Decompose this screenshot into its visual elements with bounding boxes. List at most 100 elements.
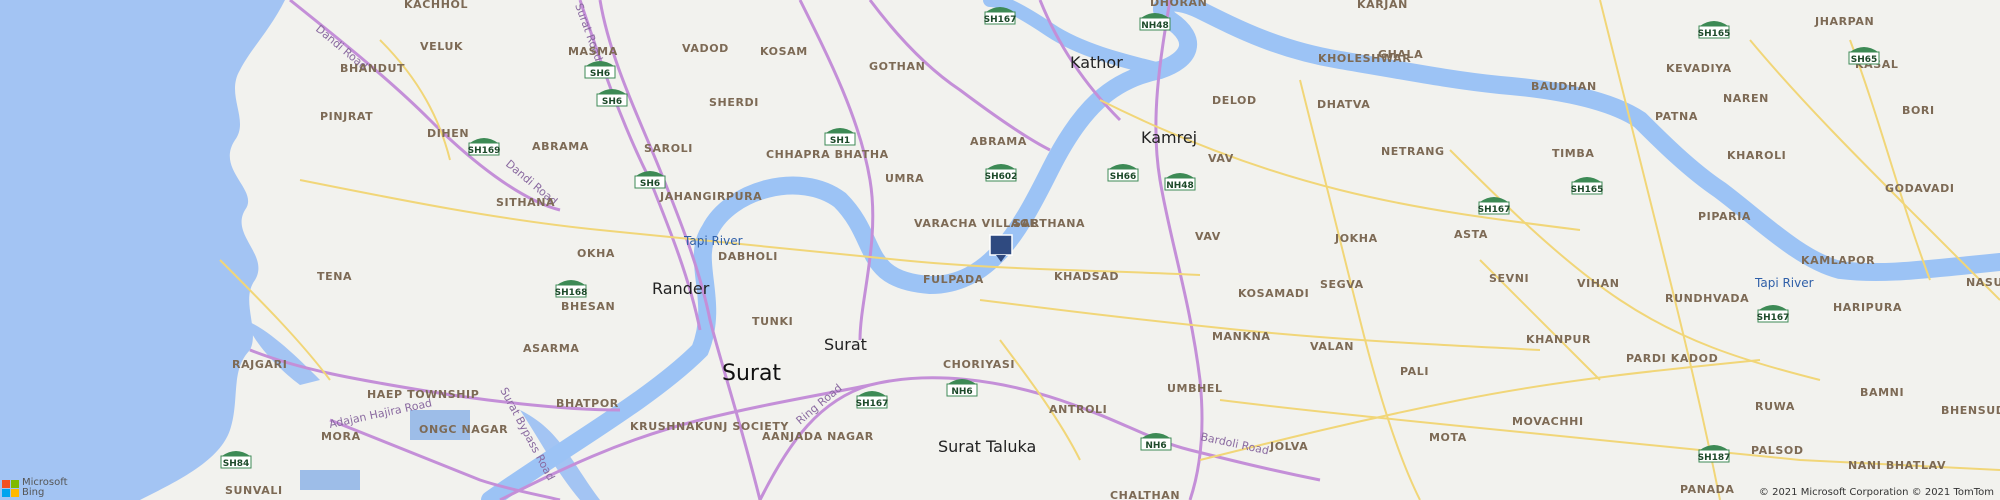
highway-shield-label: SH65	[1851, 55, 1878, 65]
highway-shield-label: NH6	[951, 387, 972, 397]
highway-shield-label: SH6	[590, 69, 610, 79]
logo-line-2: Bing	[22, 487, 45, 498]
village-label: ASARMA	[523, 342, 579, 355]
town-label: Surat	[824, 335, 867, 354]
microsoft-logo-icon	[2, 479, 19, 497]
village-label: SEVNI	[1489, 272, 1529, 285]
village-label: RUNDHVADA	[1665, 292, 1749, 305]
village-label: PALI	[1400, 365, 1429, 378]
village-label: ASTA	[1454, 228, 1488, 241]
village-label: VADOD	[682, 42, 729, 55]
microsoft-bing-logo: Microsoft Bing	[2, 478, 68, 498]
village-label: PATNA	[1655, 110, 1698, 123]
village-label: MORA	[321, 430, 361, 443]
village-label: MANKNA	[1212, 330, 1271, 343]
village-label: VAV	[1195, 230, 1221, 243]
map-attribution: © 2021 Microsoft Corporation © 2021 TomT…	[1758, 487, 1994, 498]
village-label: NETRANG	[1381, 145, 1445, 158]
village-label: KARJAN	[1357, 0, 1408, 11]
village-label: SARTHANA	[1013, 217, 1085, 230]
highway-shield-label: SH602	[985, 172, 1018, 182]
village-label: ABRAMA	[970, 135, 1027, 148]
village-label: DELOD	[1212, 94, 1257, 107]
highway-shield-label: SH6	[640, 179, 660, 189]
village-label: GODAVADI	[1885, 182, 1955, 195]
village-label: BHATPOR	[556, 397, 619, 410]
highway-shield-label: NH6	[1145, 441, 1166, 451]
map-canvas[interactable]: Dandi Road Dandi Road Surat Bypass Road …	[0, 0, 2000, 500]
village-label: BHESAN	[561, 300, 615, 313]
village-label: SHERDI	[709, 96, 759, 109]
village-label: GOTHAN	[869, 60, 925, 73]
town-label: Rander	[652, 279, 710, 298]
village-label: TENA	[317, 270, 352, 283]
village-label: CHALTHAN	[1110, 489, 1180, 500]
town-label: Surat Taluka	[938, 437, 1036, 456]
village-label: DIHEN	[427, 127, 469, 140]
highway-shield-label: SH6	[602, 97, 622, 107]
village-label: MASMA	[568, 45, 618, 58]
village-label: DHATVA	[1317, 98, 1370, 111]
village-label: BHENSUD	[1941, 404, 2000, 417]
village-label: KOSAMADI	[1238, 287, 1309, 300]
river-label: Tapi River	[1754, 276, 1814, 290]
village-label: JHARPAN	[1814, 15, 1874, 28]
village-label: TUNKI	[752, 315, 793, 328]
highway-shield-label: SH165	[1571, 185, 1604, 195]
village-label: CHORIYASI	[943, 358, 1015, 371]
village-label: ANTROLI	[1049, 403, 1107, 416]
village-label: JOLVA	[1269, 440, 1308, 453]
village-label: MOVACHHI	[1512, 415, 1584, 428]
city-label: Surat	[722, 361, 781, 386]
village-label: PALSOD	[1751, 444, 1804, 457]
village-label: KHANPUR	[1526, 333, 1591, 346]
village-label: RAJGARI	[232, 358, 287, 371]
highway-shield-label: NH48	[1166, 181, 1194, 191]
river-label: Tapi River	[683, 234, 743, 248]
village-label: VAV	[1208, 152, 1234, 165]
village-label: VELUK	[420, 40, 463, 53]
village-label: BHANDUT	[340, 62, 405, 75]
village-label: BAMNI	[1860, 386, 1904, 399]
village-label: VIHAN	[1577, 277, 1620, 290]
village-label: CHHAPRA BHATHA	[766, 148, 889, 161]
village-label: PIPARIA	[1698, 210, 1751, 223]
village-label: FULPADA	[923, 273, 984, 286]
village-label: KACHHOL	[404, 0, 468, 11]
highway-shield-label: SH1	[830, 136, 850, 146]
village-label: SEGVA	[1320, 278, 1364, 291]
village-label: KAMLAPOR	[1801, 254, 1875, 267]
village-label: MOTA	[1429, 431, 1467, 444]
village-label: KHADSAD	[1054, 270, 1119, 283]
highway-shield-label: SH167	[1478, 205, 1511, 215]
village-label: BORI	[1902, 104, 1935, 117]
village-label: HAEP TOWNSHIP	[367, 388, 479, 401]
village-label: AANJADA NAGAR	[762, 430, 874, 443]
village-label: ONGC NAGAR	[419, 423, 508, 436]
highway-shield-label: SH168	[555, 288, 588, 298]
highway-shield-label: SH187	[1698, 453, 1731, 463]
village-label: SITHANA	[496, 196, 555, 209]
village-label: HARIPURA	[1833, 301, 1902, 314]
village-label: SUNVALI	[225, 484, 283, 497]
village-label: KOSAM	[760, 45, 808, 58]
village-label: KHAROLI	[1727, 149, 1786, 162]
village-label: SAROLI	[644, 142, 693, 155]
village-label: BAUDHAN	[1531, 80, 1597, 93]
village-label: TIMBA	[1552, 147, 1594, 160]
village-label: DABHOLI	[718, 250, 778, 263]
highway-shield-label: SH165	[1698, 29, 1731, 39]
village-label: DHORAN	[1150, 0, 1207, 9]
village-label: PARDI KADOD	[1626, 352, 1718, 365]
village-label: JAHANGIRPURA	[659, 190, 762, 203]
village-label: ABRAMA	[532, 140, 589, 153]
highway-shield-label: SH167	[984, 15, 1017, 25]
village-label: UMRA	[885, 172, 924, 185]
village-label: KEVADIYA	[1666, 62, 1732, 75]
village-label: RUWA	[1755, 400, 1795, 413]
village-label: PINJRAT	[320, 110, 373, 123]
industrial-pond	[300, 470, 360, 490]
village-label: NASUR	[1966, 276, 2000, 289]
highway-shield-label: SH167	[1757, 313, 1790, 323]
highway-shield-label: SH167	[856, 399, 889, 409]
